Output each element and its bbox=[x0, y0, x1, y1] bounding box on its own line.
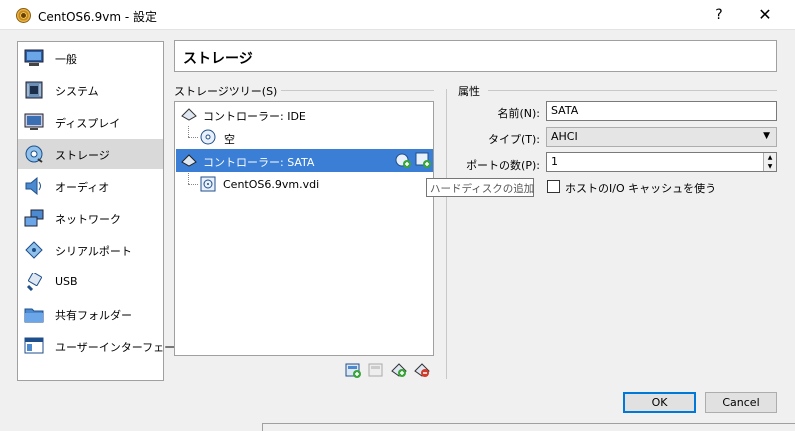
optical-disc-icon bbox=[200, 129, 216, 145]
remove-attachment-icon[interactable] bbox=[414, 362, 430, 378]
sidebar-item-label: ストレージ bbox=[55, 149, 110, 162]
sidebar-item-display[interactable]: ディスプレイ bbox=[18, 107, 163, 137]
background-window-edge bbox=[262, 423, 795, 431]
sidebar-item-usb[interactable]: USB bbox=[18, 267, 163, 297]
system-icon bbox=[25, 81, 43, 99]
tree-connector bbox=[188, 126, 189, 137]
sidebar-item-shared-folders[interactable]: 共有フォルダー bbox=[18, 299, 163, 329]
general-icon bbox=[24, 49, 44, 66]
help-button[interactable]: ? bbox=[704, 4, 734, 26]
spin-down-icon[interactable]: ▼ bbox=[763, 162, 776, 171]
tree-row-hard-disk[interactable]: CentOS6.9vm.vdi bbox=[176, 173, 433, 196]
spin-up-icon[interactable]: ▲ bbox=[763, 153, 776, 162]
host-io-cache-checkbox[interactable] bbox=[547, 180, 560, 193]
sidebar-item-label: ディスプレイ bbox=[55, 117, 121, 130]
chevron-down-icon: ▼ bbox=[763, 131, 770, 141]
type-select[interactable]: AHCI ▼ bbox=[546, 127, 777, 147]
attributes-group-label: 属性 bbox=[458, 83, 484, 99]
sidebar-item-label: USB bbox=[55, 275, 78, 288]
tree-row-label: 空 bbox=[224, 133, 235, 146]
shared-folder-icon bbox=[24, 308, 44, 323]
serial-port-icon bbox=[25, 241, 43, 259]
port-count-value: 1 bbox=[551, 155, 558, 168]
usb-icon bbox=[26, 273, 42, 291]
attributes-group-line bbox=[488, 90, 777, 91]
cancel-button[interactable]: Cancel bbox=[705, 392, 777, 413]
tree-connector bbox=[188, 137, 198, 138]
controller-icon bbox=[181, 108, 197, 121]
add-controller-icon[interactable] bbox=[345, 362, 361, 378]
sidebar-item-label: 一般 bbox=[55, 53, 77, 66]
sidebar-item-general[interactable]: 一般 bbox=[18, 43, 163, 73]
type-select-value: AHCI bbox=[551, 130, 578, 143]
tree-row-label: CentOS6.9vm.vdi bbox=[223, 178, 320, 191]
tree-connector bbox=[188, 184, 198, 185]
network-icon bbox=[24, 209, 44, 227]
controller-icon bbox=[181, 154, 197, 167]
host-io-cache-label: ホストのI/O キャッシュを使う bbox=[565, 182, 717, 195]
port-count-spinner[interactable]: 1 ▲ ▼ bbox=[546, 152, 777, 172]
tree-row-empty-optical[interactable]: 空 bbox=[176, 126, 433, 149]
settings-sidebar: 一般 システム ディスプレイ ストレージ オーディオ ネットワーク シリアルポー… bbox=[17, 41, 186, 381]
add-optical-drive-icon[interactable] bbox=[395, 152, 411, 168]
page-title-box: ストレージ bbox=[174, 40, 777, 72]
name-input[interactable]: SATA bbox=[546, 101, 777, 121]
tree-row-ide-controller[interactable]: コントローラー: IDE bbox=[176, 103, 433, 126]
tree-row-label: コントローラー: IDE bbox=[203, 110, 306, 123]
audio-icon bbox=[25, 177, 41, 195]
window-title: CentOS6.9vm - 設定 bbox=[38, 10, 157, 24]
name-label: 名前(N): bbox=[497, 107, 540, 120]
sidebar-item-label: システム bbox=[55, 85, 99, 98]
add-hard-disk-icon[interactable] bbox=[415, 152, 431, 168]
user-interface-icon bbox=[24, 337, 44, 354]
remove-controller-icon bbox=[368, 363, 383, 377]
title-bar: CentOS6.9vm - 設定 ? ✕ bbox=[0, 0, 795, 30]
sidebar-item-label: オーディオ bbox=[55, 181, 110, 194]
sidebar-item-audio[interactable]: オーディオ bbox=[18, 171, 163, 201]
sidebar-item-label: ユーザーインターフェース bbox=[55, 341, 186, 354]
sidebar-item-label: 共有フォルダー bbox=[55, 309, 132, 322]
virtualbox-app-icon bbox=[16, 8, 31, 23]
panel-separator bbox=[446, 89, 447, 379]
storage-tree[interactable]: コントローラー: IDE 空 コントローラー: SATA CentOS6.9vm… bbox=[174, 101, 434, 356]
storage-tree-group-line bbox=[270, 90, 434, 91]
sidebar-item-label: ネットワーク bbox=[55, 213, 121, 226]
sidebar-item-user-interface[interactable]: ユーザーインターフェース bbox=[18, 331, 186, 361]
ok-button[interactable]: OK bbox=[623, 392, 696, 413]
type-label: タイプ(T): bbox=[487, 133, 540, 146]
storage-tree-group-label: ストレージツリー(S) bbox=[174, 83, 282, 99]
tree-row-label: コントローラー: SATA bbox=[203, 156, 315, 169]
port-count-label: ポートの数(P): bbox=[466, 159, 540, 172]
sidebar-item-network[interactable]: ネットワーク bbox=[18, 203, 163, 233]
sidebar-item-label: シリアルポート bbox=[55, 245, 132, 258]
display-icon bbox=[24, 113, 44, 130]
tree-connector bbox=[188, 173, 189, 184]
page-title: ストレージ bbox=[183, 51, 253, 67]
sidebar-item-storage[interactable]: ストレージ bbox=[18, 139, 163, 169]
close-button[interactable]: ✕ bbox=[750, 4, 780, 26]
sidebar-item-system[interactable]: システム bbox=[18, 75, 163, 105]
sidebar-item-serial-port[interactable]: シリアルポート bbox=[18, 235, 163, 265]
tree-row-sata-controller[interactable]: コントローラー: SATA bbox=[176, 149, 433, 172]
add-attachment-icon[interactable] bbox=[391, 362, 407, 378]
storage-icon bbox=[25, 145, 43, 163]
hard-disk-icon bbox=[200, 176, 216, 192]
tooltip: ハードディスクの追加 bbox=[426, 178, 534, 197]
